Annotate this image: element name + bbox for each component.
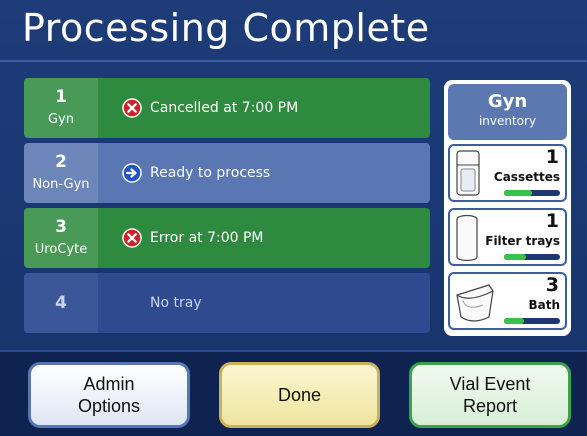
bay-1-header: 1 Gyn — [24, 78, 98, 138]
cassettes-label: Cassettes — [493, 170, 560, 184]
bay-2[interactable]: 2 Non-Gyn Ready to process — [24, 143, 430, 203]
bay-4[interactable]: 4 No tray — [24, 273, 430, 333]
bay-3-header: 3 UroCyte — [24, 208, 98, 268]
done-button[interactable]: Done — [219, 362, 380, 428]
bay-3-status: Error at 7:00 PM — [98, 208, 430, 268]
vial-event-report-line2: Report — [462, 396, 518, 416]
filter-trays-count: 1 — [545, 210, 559, 232]
bath-label: Bath — [528, 298, 560, 312]
bay-3[interactable]: 3 UroCyte Error at 7:00 PM — [24, 208, 430, 268]
filter-tray-icon — [456, 214, 478, 262]
bay-4-number: 4 — [55, 293, 67, 313]
bath-icon — [456, 284, 494, 322]
bay-2-status: Ready to process — [98, 143, 430, 203]
admin-options-line2: Options — [77, 396, 141, 416]
bay-1-type: Gyn — [47, 112, 74, 127]
admin-options-line1: Admin — [83, 374, 135, 394]
bay-4-header: 4 — [24, 273, 98, 333]
vial-event-report-label: Vial Event Report — [450, 373, 531, 417]
cassette-icon — [456, 150, 480, 196]
filter-trays-level-bar — [504, 254, 560, 260]
done-label: Done — [277, 385, 322, 405]
bath-count: 3 — [545, 274, 559, 296]
inventory-header[interactable]: Gyn inventory — [448, 84, 567, 140]
page-title: Processing Complete — [22, 6, 430, 50]
bay-3-status-text: Error at 7:00 PM — [150, 230, 264, 246]
bath-level-bar — [504, 318, 560, 324]
bay-3-number: 3 — [55, 217, 67, 237]
bay-1-status-text: Cancelled at 7:00 PM — [150, 100, 299, 116]
inventory-title: Gyn — [487, 91, 528, 112]
cancel-icon — [122, 98, 142, 118]
inventory-item-bath[interactable]: 3 Bath — [448, 272, 567, 330]
cassettes-level-bar — [504, 190, 560, 196]
bay-2-number: 2 — [55, 152, 67, 172]
cassettes-level-fill — [504, 190, 532, 196]
bay-1[interactable]: 1 Gyn Cancelled at 7:00 PM — [24, 78, 430, 138]
admin-options-label: Admin Options — [78, 373, 140, 417]
vial-event-report-button[interactable]: Vial Event Report — [409, 362, 571, 428]
title-divider — [0, 60, 587, 62]
bath-level-fill — [504, 318, 524, 324]
bay-3-type: UroCyte — [34, 242, 88, 257]
bay-4-status-text: No tray — [150, 295, 202, 311]
bay-1-status: Cancelled at 7:00 PM — [98, 78, 430, 138]
cassettes-count: 1 — [545, 146, 559, 168]
inventory-item-filter-trays[interactable]: 1 Filter trays — [448, 208, 567, 266]
bay-4-status: No tray — [98, 273, 430, 333]
error-icon — [122, 228, 142, 248]
processing-screen: Processing Complete 1 Gyn Cancelled at 7… — [0, 0, 587, 436]
bay-2-header: 2 Non-Gyn — [24, 143, 98, 203]
inventory-subtitle: inventory — [478, 114, 537, 128]
bay-2-status-text: Ready to process — [150, 165, 271, 181]
inventory-panel: Gyn inventory 1 Cassettes 1 Filter trays — [444, 80, 571, 336]
arrow-right-icon — [122, 163, 142, 183]
filter-trays-label: Filter trays — [485, 234, 560, 248]
vial-event-report-line1: Vial Event — [449, 374, 531, 394]
admin-options-button[interactable]: Admin Options — [28, 362, 190, 428]
bay-2-type: Non-Gyn — [32, 177, 90, 192]
filter-trays-level-fill — [504, 254, 527, 260]
inventory-item-cassettes[interactable]: 1 Cassettes — [448, 144, 567, 202]
bay-1-number: 1 — [55, 87, 67, 107]
